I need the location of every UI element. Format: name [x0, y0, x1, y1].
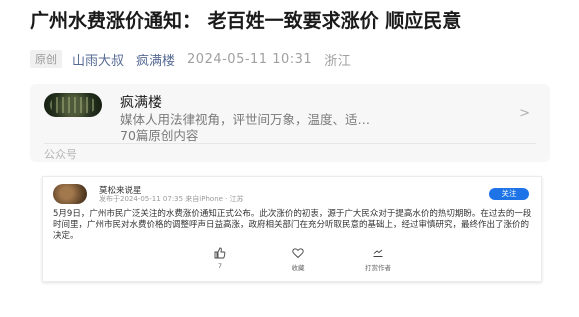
embed-post-info: 发布于2024-05-11 07:35 来自iPhone · 江苏 [99, 195, 244, 203]
favorite-label: 收藏 [291, 264, 305, 272]
account-card[interactable]: 疯满楼 媒体人用法律视角，评世间万象，温度、适… 70篇原创内容 > 公众号 [30, 84, 550, 162]
action-bar: 7 收藏 打赏作者 [43, 247, 541, 277]
tip-icon [343, 247, 413, 261]
account-article-count: 70篇原创内容 [120, 128, 199, 143]
divider [44, 143, 536, 144]
publish-location: 浙江 [324, 53, 352, 69]
article-title: 广州水费涨价通知： 老百姓一致要求涨价 顺应民意 [30, 10, 462, 32]
chevron-right-icon: > [519, 106, 530, 121]
article-meta: 原创 山雨大叔 疯满楼 2024-05-11 10:31 浙江 [30, 50, 363, 69]
avatar [53, 184, 87, 204]
tip-author-label: 打赏作者 [365, 264, 391, 272]
account-avatar [44, 93, 102, 117]
publish-datetime: 2024-05-11 10:31 [187, 51, 313, 67]
heart-icon [263, 247, 333, 261]
tip-author-button[interactable]: 打赏作者 [343, 247, 413, 272]
like-count: 7 [217, 262, 223, 270]
account-type-label: 公众号 [44, 148, 77, 161]
like-button[interactable]: 7 [185, 247, 255, 270]
account-link[interactable]: 疯满楼 [136, 50, 175, 69]
thumbs-up-icon [185, 247, 255, 261]
original-badge: 原创 [30, 50, 62, 68]
follow-button[interactable]: 关注 [489, 188, 529, 200]
favorite-button[interactable]: 收藏 [263, 247, 333, 272]
author-link[interactable]: 山雨大叔 [72, 50, 124, 69]
embedded-post-card: 莫松来说星 发布于2024-05-11 07:35 来自iPhone · 江苏 … [42, 176, 542, 282]
embed-body-text: 5月9日，广州市民广泛关注的水费涨价通知正式公布。此次涨价的初衷，源于广大民众对… [53, 209, 532, 241]
